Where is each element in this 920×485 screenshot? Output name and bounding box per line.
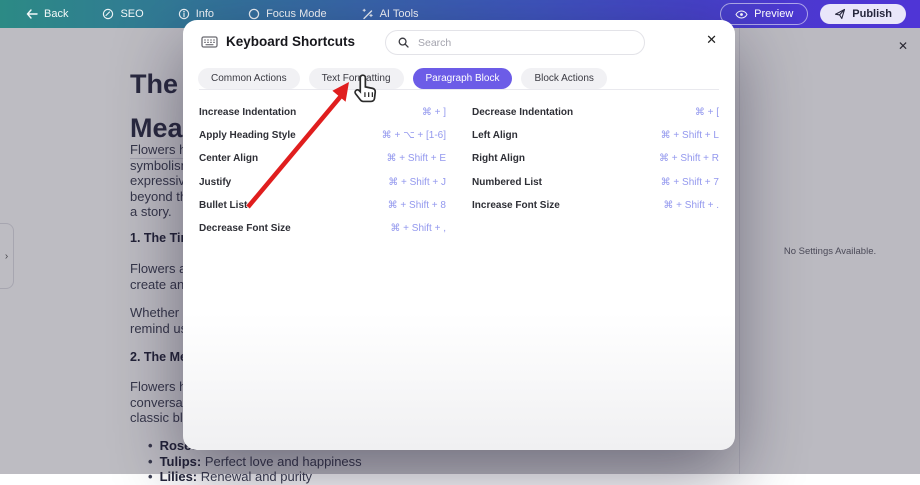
shortcut-row: Increase Font Size ⌘ + Shift + . — [472, 194, 719, 217]
keyboard-icon — [201, 36, 218, 48]
info-icon — [178, 8, 190, 20]
search-icon — [398, 37, 409, 48]
keyboard-shortcuts-modal: Keyboard Shortcuts ✕ Common Actions Text… — [183, 20, 735, 450]
search-box[interactable] — [385, 30, 645, 55]
tab-text-formatting[interactable]: Text Formatting — [309, 68, 404, 89]
shortcut-row: Justify ⌘ + Shift + J — [199, 171, 446, 194]
shortcut-row: Increase Indentation ⌘ + ] — [199, 101, 446, 124]
back-label: Back — [44, 8, 68, 20]
focus-mode-icon — [248, 8, 260, 20]
shortcuts-column-left: Increase Indentation ⌘ + ] Apply Heading… — [199, 101, 446, 240]
preview-label: Preview — [754, 8, 793, 20]
shortcut-row: Right Align ⌘ + Shift + R — [472, 147, 719, 170]
shortcut-row: Numbered List ⌘ + Shift + 7 — [472, 171, 719, 194]
modal-header: Keyboard Shortcuts ✕ — [183, 20, 735, 64]
info-button[interactable]: Info — [178, 8, 214, 20]
shortcuts-list: Increase Indentation ⌘ + ] Apply Heading… — [199, 101, 719, 240]
shortcut-tabs: Common Actions Text Formatting Paragraph… — [198, 68, 607, 89]
back-button[interactable]: Back — [26, 8, 68, 20]
publish-button[interactable]: Publish — [820, 4, 906, 24]
info-label: Info — [196, 8, 214, 20]
eye-icon — [735, 10, 748, 19]
tab-paragraph-block[interactable]: Paragraph Block — [413, 68, 513, 89]
shortcut-row: Left Align ⌘ + Shift + L — [472, 124, 719, 147]
back-arrow-icon — [26, 9, 38, 19]
shortcut-row: Bullet List ⌘ + Shift + 8 — [199, 194, 446, 217]
search-input[interactable] — [416, 36, 632, 50]
shortcut-row: Decrease Indentation ⌘ + [ — [472, 101, 719, 124]
modal-title: Keyboard Shortcuts — [226, 34, 355, 49]
tabs-divider — [199, 89, 719, 90]
ai-tools-button[interactable]: AI Tools — [361, 8, 419, 20]
ai-tools-wand-icon — [361, 8, 374, 20]
seo-button[interactable]: SEO — [102, 8, 143, 20]
focus-mode-button[interactable]: Focus Mode — [248, 8, 327, 20]
shortcuts-column-right: Decrease Indentation ⌘ + [ Left Align ⌘ … — [472, 101, 719, 240]
tab-block-actions[interactable]: Block Actions — [521, 68, 606, 89]
shortcut-row: Apply Heading Style ⌘ + ⌥ + [1-6] — [199, 124, 446, 147]
shortcut-row: Center Align ⌘ + Shift + E — [199, 147, 446, 170]
seo-label: SEO — [120, 8, 143, 20]
shortcut-row: Decrease Font Size ⌘ + Shift + , — [199, 217, 446, 240]
publish-label: Publish — [852, 8, 892, 20]
send-icon — [834, 8, 846, 20]
tab-common-actions[interactable]: Common Actions — [198, 68, 300, 89]
modal-close-icon[interactable]: ✕ — [706, 33, 717, 46]
ai-tools-label: AI Tools — [380, 8, 419, 20]
focus-mode-label: Focus Mode — [266, 8, 327, 20]
seo-icon — [102, 8, 114, 20]
